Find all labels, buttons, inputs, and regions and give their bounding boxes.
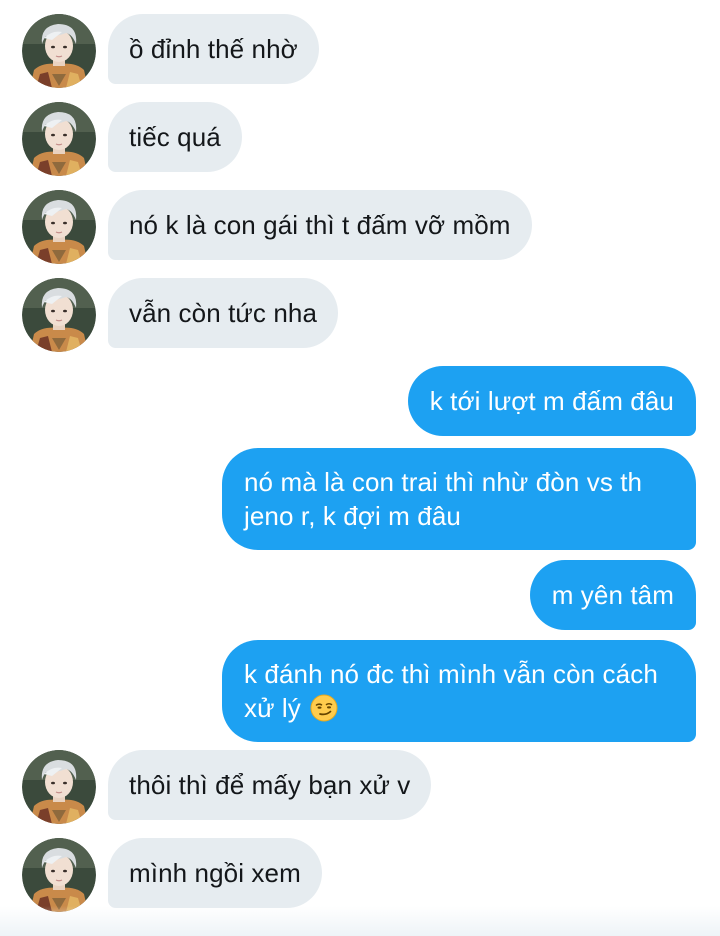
message-row-incoming: vẫn còn tức nha — [0, 278, 720, 350]
message-row-outgoing: k tới lượt m đấm đâu — [0, 366, 720, 438]
message-row-outgoing: m yên tâm — [0, 560, 720, 632]
message-row-incoming: tiếc quá — [0, 102, 720, 174]
message-bubble[interactable]: nó mà là con trai thì nhừ đòn vs th jeno… — [222, 448, 696, 550]
avatar[interactable] — [22, 278, 96, 352]
message-bubble[interactable]: thôi thì để mấy bạn xử v — [108, 750, 432, 820]
conversation-thread: ồ đỉnh thế nhờ tiếc quá nó k là con gái … — [0, 0, 720, 936]
message-bubble[interactable]: k đánh nó đc thì mình vẫn còn cách xử lý — [222, 640, 696, 742]
message-bubble[interactable]: vẫn còn tức nha — [108, 278, 339, 348]
avatar[interactable] — [22, 190, 96, 264]
avatar[interactable] — [22, 102, 96, 176]
message-row-incoming: mình ngồi xem — [0, 838, 720, 910]
message-bubble[interactable]: mình ngồi xem — [108, 838, 322, 908]
message-bubble[interactable]: tiếc quá — [108, 102, 242, 172]
message-row-incoming: thôi thì để mấy bạn xử v — [0, 750, 720, 822]
avatar[interactable] — [22, 14, 96, 88]
message-bubble[interactable]: k tới lượt m đấm đâu — [407, 366, 696, 436]
message-bubble[interactable]: ồ đỉnh thế nhờ — [108, 14, 319, 84]
smirking-face-icon — [310, 694, 338, 722]
message-row-outgoing: k đánh nó đc thì mình vẫn còn cách xử lý — [0, 640, 720, 742]
message-row-outgoing: nó mà là con trai thì nhừ đòn vs th jeno… — [0, 448, 720, 550]
message-row-incoming: nó k là con gái thì t đấm vỡ mồm — [0, 190, 720, 262]
message-bubble[interactable]: m yên tâm — [529, 560, 696, 630]
avatar[interactable] — [22, 838, 96, 912]
message-text: k đánh nó đc thì mình vẫn còn cách xử lý — [244, 659, 658, 723]
avatar[interactable] — [22, 750, 96, 824]
bottom-fade — [0, 906, 720, 936]
message-bubble[interactable]: nó k là con gái thì t đấm vỡ mồm — [108, 190, 532, 260]
message-row-incoming: ồ đỉnh thế nhờ — [0, 14, 720, 86]
